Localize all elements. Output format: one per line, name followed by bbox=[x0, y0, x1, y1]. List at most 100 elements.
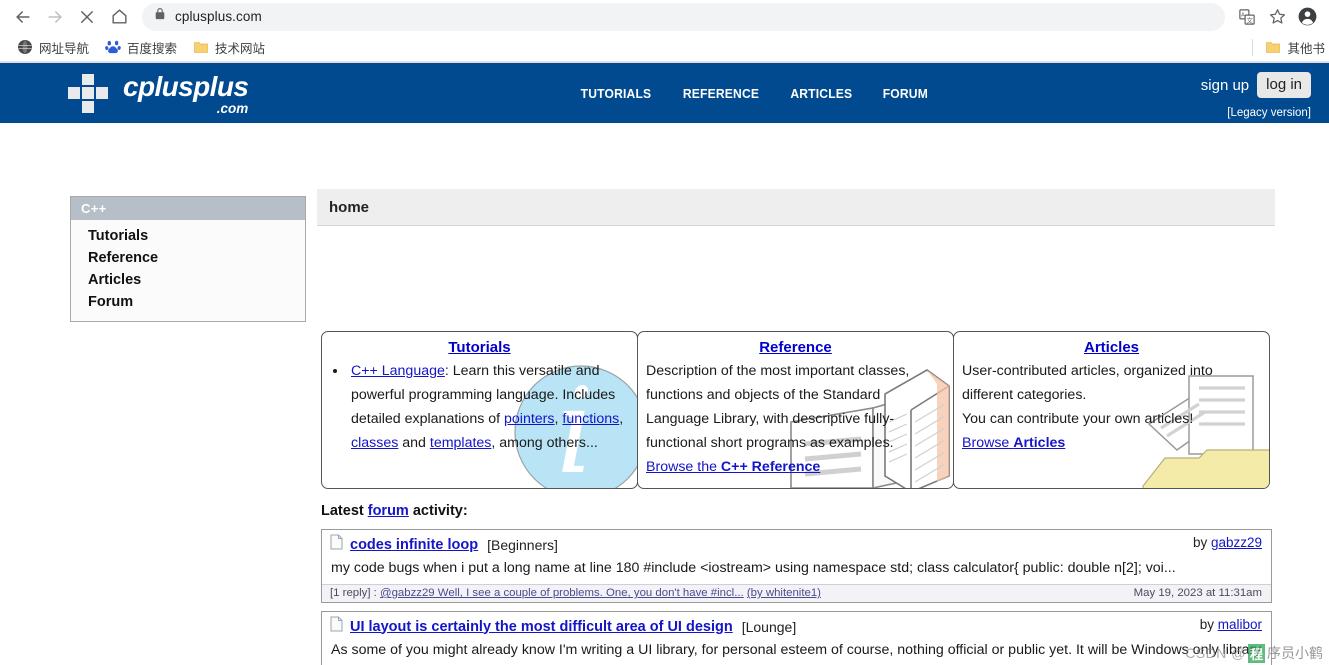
forward-arrow-icon[interactable] bbox=[40, 3, 70, 31]
activity-suffix: activity: bbox=[408, 503, 468, 519]
sidebar-item-reference[interactable]: Reference bbox=[71, 247, 305, 269]
link-classes[interactable]: classes bbox=[351, 435, 398, 451]
link-pointers[interactable]: pointers bbox=[504, 411, 554, 427]
sign-up-link[interactable]: sign up bbox=[1201, 77, 1249, 94]
svg-text:文: 文 bbox=[1247, 15, 1254, 24]
browse-bold: C++ Reference bbox=[720, 459, 821, 475]
logo-wordmark: cplusplus .com bbox=[123, 73, 249, 118]
list-item: C++ Language: Learn this versatile and p… bbox=[348, 359, 629, 455]
panel-text-tail: , among others... bbox=[491, 435, 598, 451]
profile-icon[interactable] bbox=[1293, 3, 1321, 31]
post-excerpt: As some of you might already know I'm wr… bbox=[331, 642, 1262, 658]
baidu-icon bbox=[105, 39, 121, 55]
csdn-author: 序员小鹤 bbox=[1267, 645, 1323, 661]
author-link[interactable]: malibor bbox=[1218, 617, 1262, 632]
author-link[interactable]: gabzz29 bbox=[1211, 535, 1262, 550]
panel-title[interactable]: Tutorials bbox=[330, 339, 629, 356]
divider bbox=[1252, 38, 1254, 56]
document-icon bbox=[330, 616, 343, 637]
sidebar-header: C++ bbox=[71, 197, 305, 220]
last-reply-snippet[interactable]: @gabzz29 Well, I see a couple of problem… bbox=[380, 587, 744, 599]
post-author: by malibor bbox=[1200, 617, 1262, 632]
folder-icon bbox=[193, 39, 209, 55]
nav-forum[interactable]: FORUM bbox=[882, 86, 927, 101]
sep: and bbox=[398, 435, 430, 451]
reply-count: [1 reply] : bbox=[330, 587, 381, 599]
post-title-link[interactable]: codes infinite loop bbox=[350, 537, 478, 553]
sidebar-list: Tutorials Reference Articles Forum bbox=[71, 220, 305, 321]
logo-sub-text: .com bbox=[216, 101, 249, 116]
url-text: cplusplus.com bbox=[175, 9, 262, 24]
panel-list: C++ Language: Learn this versatile and p… bbox=[330, 359, 629, 455]
by-prefix: by bbox=[1192, 535, 1211, 550]
browser-chrome: cplusplus.com 文A 网址导航 百度搜索 技术网站 其他书 bbox=[0, 0, 1329, 63]
breadcrumb-home[interactable]: home bbox=[329, 199, 369, 216]
site-logo[interactable]: cplusplus .com bbox=[68, 73, 249, 118]
site-header: cplusplus .com TUTORIALS REFERENCE ARTIC… bbox=[0, 63, 1329, 123]
panel-reference: Reference Description of the most import… bbox=[637, 331, 954, 489]
link-browse-reference[interactable]: Browse the C++ Reference bbox=[646, 459, 820, 475]
cplusplus-logo-icon bbox=[68, 73, 114, 118]
nav-reference[interactable]: REFERENCE bbox=[683, 86, 759, 101]
bookmark-star-icon[interactable] bbox=[1263, 3, 1291, 31]
post-title-link[interactable]: UI layout is certainly the most difficul… bbox=[350, 619, 733, 635]
post-footer: [1 reply] : @gabzz29 Well, I see a coupl… bbox=[322, 584, 1271, 602]
panel-title[interactable]: Articles bbox=[962, 339, 1261, 356]
bookmark-item[interactable]: 技术网站 bbox=[186, 35, 272, 60]
post-header: UI layout is certainly the most difficul… bbox=[322, 612, 1271, 639]
home-icon[interactable] bbox=[104, 3, 134, 31]
legacy-version-link[interactable]: [Legacy version] bbox=[1201, 107, 1311, 119]
link-templates[interactable]: templates bbox=[430, 435, 492, 451]
panel-text: Description of the most important classe… bbox=[646, 363, 910, 451]
panel-title[interactable]: Reference bbox=[646, 339, 945, 356]
sep: , bbox=[619, 411, 624, 427]
post-footer-left: [1 reply] : @gabzz29 Well, I see a coupl… bbox=[330, 587, 821, 599]
last-reply-author[interactable]: (by whitenite1) bbox=[747, 587, 821, 599]
account-area: sign up log in [Legacy version] bbox=[1201, 72, 1311, 119]
browse-prefix: Browse bbox=[962, 435, 1014, 451]
log-in-button[interactable]: log in bbox=[1257, 72, 1311, 98]
translate-icon[interactable]: 文A bbox=[1233, 3, 1261, 31]
bookmark-item[interactable]: 网址导航 bbox=[10, 35, 96, 60]
browse-prefix: Browse the bbox=[646, 459, 721, 475]
link-functions[interactable]: functions bbox=[562, 411, 619, 427]
sidebar-item-articles[interactable]: Articles bbox=[71, 269, 305, 291]
post-excerpt: my code bugs when i put a long name at l… bbox=[331, 560, 1176, 576]
link-cpp-language[interactable]: C++ Language bbox=[351, 363, 445, 379]
stop-x-icon[interactable] bbox=[72, 3, 102, 31]
browse-bold: Articles bbox=[1013, 435, 1066, 451]
svg-text:A: A bbox=[1241, 12, 1245, 18]
panel-text-2: You can contribute your own articles! bbox=[962, 411, 1194, 427]
post-author: by gabzz29 bbox=[1193, 535, 1262, 550]
bookmark-label[interactable]: 其他书 bbox=[1287, 38, 1325, 57]
panel-text: User-contributed articles, organized int… bbox=[962, 363, 1213, 403]
address-bar[interactable]: cplusplus.com bbox=[142, 2, 1225, 31]
main-navigation: TUTORIALS REFERENCE ARTICLES FORUM bbox=[578, 63, 929, 123]
panel-body: Description of the most important classe… bbox=[646, 359, 945, 479]
post-category: [Beginners] bbox=[487, 536, 558, 553]
forum-post-list: codes infinite loop [Beginners] by gabzz… bbox=[321, 529, 1272, 665]
link-forum[interactable]: forum bbox=[368, 503, 409, 519]
panel-body: User-contributed articles, organized int… bbox=[962, 359, 1261, 455]
nav-articles[interactable]: ARTICLES bbox=[790, 86, 852, 101]
panel-tutorials: i Tutorials C++ Language: Learn this ver… bbox=[321, 331, 638, 489]
back-arrow-icon[interactable] bbox=[8, 3, 38, 31]
bookmark-label: 技术网站 bbox=[215, 41, 266, 56]
activity-prefix: Latest bbox=[321, 503, 368, 519]
account-row: sign up log in bbox=[1201, 72, 1311, 98]
page-content: cplusplus .com TUTORIALS REFERENCE ARTIC… bbox=[0, 63, 1329, 665]
bookmark-item[interactable]: 百度搜索 bbox=[98, 35, 184, 60]
forum-post: UI layout is certainly the most difficul… bbox=[321, 611, 1272, 665]
bookmark-label: 网址导航 bbox=[39, 41, 90, 56]
nav-tutorials[interactable]: TUTORIALS bbox=[581, 86, 652, 101]
feature-panels: i Tutorials C++ Language: Learn this ver… bbox=[321, 331, 1272, 489]
sidebar-item-forum[interactable]: Forum bbox=[71, 291, 305, 313]
sidebar-item-tutorials[interactable]: Tutorials bbox=[71, 225, 305, 247]
latest-activity-heading: Latest forum activity: bbox=[321, 503, 468, 519]
link-browse-articles[interactable]: Browse Articles bbox=[962, 435, 1065, 451]
globe-icon bbox=[17, 39, 33, 55]
bookmarks-bar: 网址导航 百度搜索 技术网站 其他书 bbox=[0, 33, 1329, 62]
post-timestamp: May 19, 2023 at 11:31am bbox=[1133, 587, 1262, 599]
by-prefix: by bbox=[1199, 617, 1218, 632]
lock-icon bbox=[154, 7, 166, 26]
